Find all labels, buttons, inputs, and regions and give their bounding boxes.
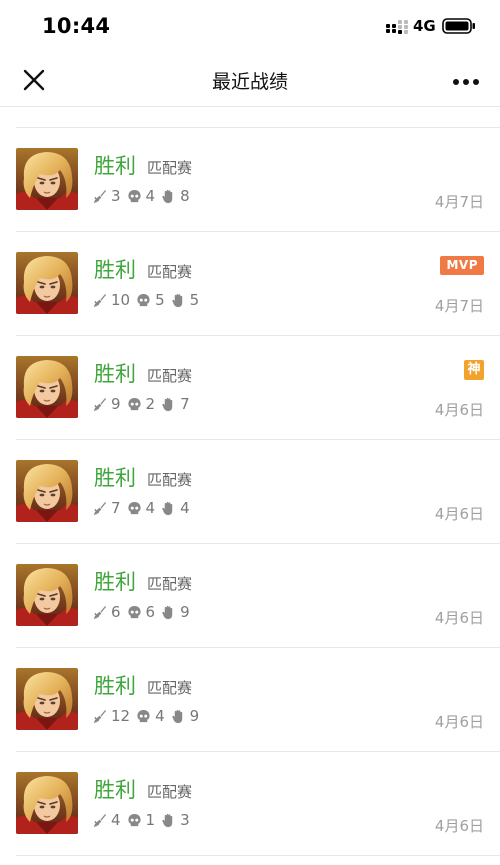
match-row[interactable]: 胜利 匹配赛 12 4 9 4月6日 — [16, 648, 500, 752]
kills-value: 4 — [111, 811, 121, 829]
kda-stats: 9 2 7 — [92, 395, 196, 413]
hero-avatar — [16, 252, 78, 314]
match-result: 胜利 — [94, 570, 136, 594]
hand-icon — [162, 189, 173, 203]
hand-icon — [162, 501, 173, 515]
kills-value: 9 — [111, 395, 121, 413]
deaths-value: 1 — [145, 811, 156, 829]
deaths-value: 4 — [145, 187, 156, 205]
hand-icon — [171, 709, 182, 723]
assists-value: 9 — [180, 603, 190, 621]
hand-icon — [171, 293, 182, 307]
match-mode: 匹配赛 — [147, 159, 193, 177]
match-mode: 匹配赛 — [147, 367, 193, 385]
match-result: 胜利 — [94, 778, 136, 802]
match-date: 4月7日 — [435, 107, 484, 108]
deaths-value: 6 — [145, 603, 156, 621]
match-list-viewport[interactable]: 胜利匹配赛4月7日 胜利匹配赛3484月7日 — [0, 107, 500, 865]
status-time: 10:44 — [42, 14, 111, 38]
match-row[interactable]: 胜利 匹配赛 6 6 9 4月6日 — [16, 544, 500, 648]
sword-icon — [93, 397, 107, 411]
kills-value: 6 — [111, 603, 121, 621]
match-date: 4月6日 — [434, 609, 484, 627]
assists-value: 8 — [180, 187, 190, 205]
deaths-value: 5 — [155, 291, 165, 309]
match-result: 胜利 — [94, 466, 136, 490]
skull-icon — [127, 397, 141, 410]
kills-value: 12 — [111, 707, 131, 725]
deaths-value: 4 — [145, 499, 156, 517]
assists-value: 3 — [180, 811, 190, 829]
signal-icon — [386, 20, 408, 34]
kills-value: 3 — [111, 187, 121, 205]
skull-icon — [137, 293, 150, 306]
match-mode: 匹配赛 — [147, 471, 193, 489]
hand-icon — [162, 605, 173, 619]
mvp-badge: MVP — [440, 256, 484, 275]
hero-avatar — [16, 564, 78, 626]
match-mode: 匹配赛 — [147, 575, 193, 593]
match-row[interactable]: 胜利 匹配赛 3 4 8 4月7日 — [16, 128, 500, 232]
battery-icon — [442, 18, 475, 34]
kda-stats: 4 1 3 — [92, 811, 196, 829]
kda-stats: 12 4 9 — [92, 707, 205, 725]
nav-bar: 最近战绩 — [0, 54, 500, 107]
kda-stats: 7 4 4 — [92, 499, 196, 517]
sword-icon — [93, 813, 107, 827]
more-icon[interactable] — [452, 78, 480, 86]
match-row[interactable]: 胜利 匹配赛 4 1 3 4月6日 — [16, 752, 500, 856]
match-row[interactable]: 胜利 匹配赛 7 4 4 4月6日 — [16, 440, 500, 544]
match-result: 胜利 — [94, 362, 136, 386]
hero-avatar — [16, 148, 78, 210]
sword-icon — [93, 605, 107, 619]
sword-icon — [93, 189, 107, 203]
match-date: 4月6日 — [434, 713, 484, 731]
hand-icon — [162, 813, 173, 827]
kills-value: 7 — [111, 499, 121, 517]
skull-icon — [127, 813, 141, 826]
skull-icon — [127, 189, 141, 202]
match-date: 4月6日 — [434, 505, 484, 523]
hero-avatar — [16, 668, 78, 730]
match-row[interactable]: 胜利 匹配赛 10 5 5 4月7日 MVP — [16, 232, 500, 336]
skull-icon — [137, 709, 150, 722]
network-label: 4G — [413, 17, 436, 35]
hand-icon — [162, 397, 173, 411]
assists-value: 5 — [189, 291, 200, 309]
assists-value: 4 — [180, 499, 190, 517]
hero-avatar — [16, 772, 78, 834]
match-mode: 匹配赛 — [147, 783, 193, 801]
match-list: 胜利匹配赛4月7日 胜利匹配赛3484月7日 — [0, 107, 500, 856]
match-date: 4月6日 — [434, 401, 484, 419]
match-row[interactable]: 胜利 匹配赛 9 2 7 4月6日 神 — [16, 336, 500, 440]
match-result: 胜利 — [94, 258, 136, 282]
sword-icon — [93, 709, 107, 723]
kills-value: 10 — [111, 291, 131, 309]
skull-icon — [127, 501, 141, 514]
match-mode: 匹配赛 — [147, 679, 193, 697]
kda-stats: 10 5 5 — [92, 291, 205, 309]
status-bar: 10:44 4G — [0, 0, 500, 54]
match-date: 4月7日 — [434, 193, 484, 211]
assists-value: 9 — [189, 707, 200, 725]
skull-icon — [127, 605, 141, 618]
sword-icon — [93, 501, 107, 515]
match-date: 4月6日 — [434, 817, 484, 835]
assists-value: 7 — [180, 395, 190, 413]
sword-icon — [93, 293, 107, 307]
match-row[interactable]: 胜利匹配赛4月7日 — [16, 107, 500, 128]
match-date: 4月7日 — [434, 297, 484, 315]
deaths-value: 4 — [155, 707, 165, 725]
kda-stats: 6 6 9 — [92, 603, 196, 621]
kda-stats: 3 4 8 — [92, 187, 196, 205]
match-result: 胜利 — [94, 154, 136, 178]
match-result: 胜利 — [94, 674, 136, 698]
hero-avatar — [16, 356, 78, 418]
hero-avatar — [16, 460, 78, 522]
deaths-value: 2 — [145, 395, 156, 413]
god-badge: 神 — [464, 360, 484, 380]
match-mode: 匹配赛 — [147, 263, 193, 281]
page-title: 最近战绩 — [211, 71, 288, 93]
